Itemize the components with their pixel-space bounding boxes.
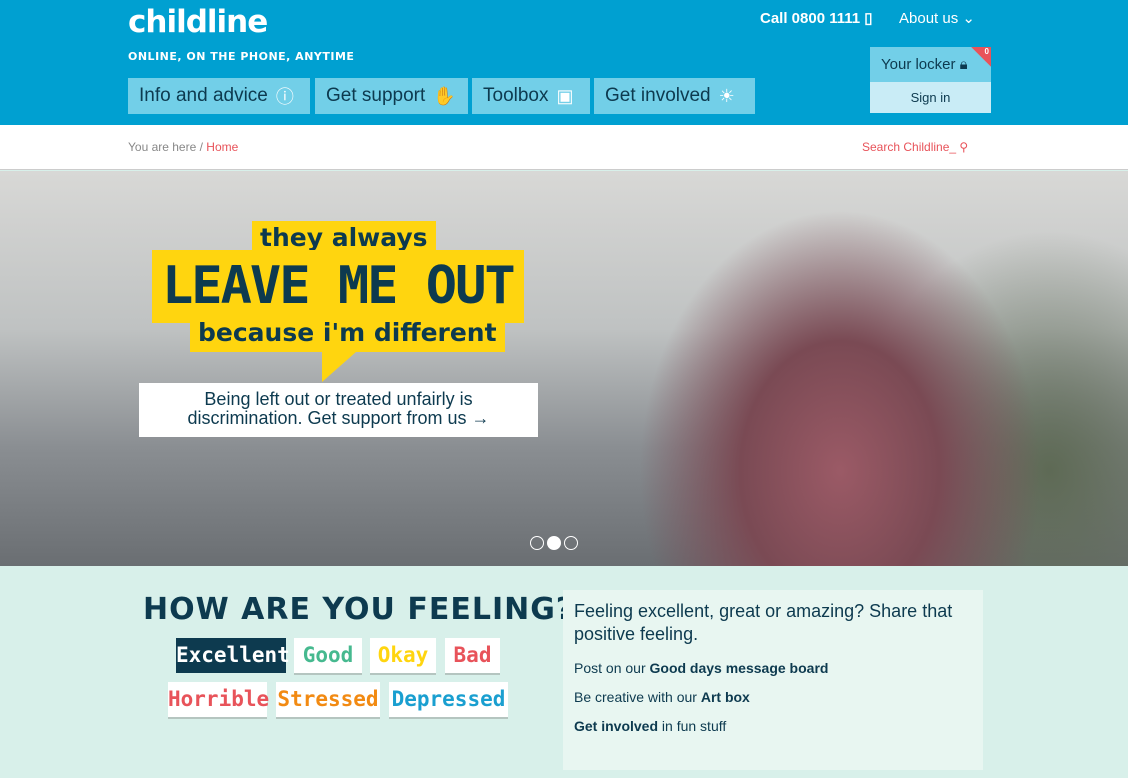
good-days-link[interactable]: Good days message board [650, 660, 829, 676]
nav-info-and-advice[interactable]: Info and advice ⓘ [128, 78, 310, 114]
nav-toolbox[interactable]: Toolbox ▣ [472, 78, 590, 114]
panel-item: Post on our Good days message board [574, 660, 972, 676]
search-icon: ⚲ [959, 140, 969, 154]
feeling-panel: Feeling excellent, great or amazing? Sha… [563, 590, 983, 770]
site-header: childline ONLINE, ON THE PHONE, ANYTIME … [0, 0, 1128, 125]
breadcrumb-prefix: You are here / [128, 140, 203, 154]
carousel-dot-active[interactable] [547, 536, 561, 550]
mood-horrible[interactable]: Horrible [168, 682, 269, 717]
cta-line2: discrimination. Get support from us → [187, 408, 490, 428]
hero-cta-link[interactable]: Being left out or treated unfairly is dis… [139, 383, 538, 437]
nav-label: Toolbox [483, 85, 549, 106]
feeling-title: HOW ARE YOU FEELING? [143, 592, 575, 627]
get-involved-link[interactable]: Get involved [574, 718, 658, 734]
carousel-dot[interactable] [564, 536, 578, 550]
mood-bad[interactable]: Bad [445, 638, 500, 673]
nav-label: Get involved [605, 85, 711, 106]
call-text: Call 0800 1111 [760, 10, 861, 27]
panel-heading: Feeling excellent, great or amazing? Sha… [574, 601, 953, 644]
phone-icon: ▯ [864, 10, 873, 27]
breadcrumb: You are here / Home [128, 140, 238, 154]
call-link[interactable]: Call 0800 1111 ▯ [760, 9, 873, 27]
nav-label: Get support [326, 85, 426, 106]
info-icon: ⓘ [275, 87, 294, 107]
carousel-dots [530, 536, 578, 550]
breadcrumb-home[interactable]: Home [206, 140, 238, 154]
locker-label: Your locker [881, 56, 956, 73]
about-label: About us [899, 10, 959, 27]
chevron-down-icon: ⌄ [962, 10, 975, 27]
lightbulb-icon: ☀ [718, 85, 735, 106]
hero-quote-line3: because i'm different [190, 318, 505, 352]
mood-stressed[interactable]: Stressed [276, 682, 380, 717]
search-label: Search Childline_ [862, 140, 957, 154]
hero-banner[interactable] [0, 171, 1128, 566]
item-text: Be creative with our [574, 689, 701, 705]
search-link[interactable]: Search Childline_ ⚲ [862, 140, 968, 154]
panel-item: Be creative with our Art box [574, 689, 972, 705]
lock-icon: 🔒︎ [959, 56, 968, 73]
cta-line1: Being left out or treated unfairly is [204, 389, 473, 409]
mood-good[interactable]: Good [294, 638, 362, 673]
sign-in-button[interactable]: Sign in [870, 82, 991, 113]
carousel-dot[interactable] [530, 536, 544, 550]
about-us-menu[interactable]: About us ⌄ [899, 9, 975, 27]
mood-excellent[interactable]: Excellent [176, 638, 290, 673]
nav-get-support[interactable]: Get support ✋ [315, 78, 468, 114]
item-text: in fun stuff [658, 718, 727, 734]
locker-count: 0 [984, 47, 989, 56]
nav-get-involved[interactable]: Get involved ☀ [594, 78, 755, 114]
your-locker-button[interactable]: Your locker 🔒︎ 0 [870, 47, 991, 82]
toolbox-icon: ▣ [556, 85, 574, 106]
item-text: Post on our [574, 660, 650, 676]
panel-item: Get involved in fun stuff [574, 718, 972, 734]
hero-quote-line2: LEAVE ME OUT [152, 250, 524, 323]
nav-label: Info and advice [139, 85, 268, 106]
tagline: ONLINE, ON THE PHONE, ANYTIME [128, 50, 355, 63]
breadcrumb-bar: You are here / Home Search Childline_ ⚲ [0, 125, 1128, 170]
mood-depressed[interactable]: Depressed [389, 682, 508, 717]
locker: Your locker 🔒︎ 0 Sign in [870, 47, 991, 113]
mood-okay[interactable]: Okay [370, 638, 436, 673]
hand-icon: ✋ [433, 85, 456, 106]
art-box-link[interactable]: Art box [701, 689, 750, 705]
speech-bubble-tail [322, 352, 356, 382]
childline-logo[interactable]: childline [128, 4, 268, 40]
